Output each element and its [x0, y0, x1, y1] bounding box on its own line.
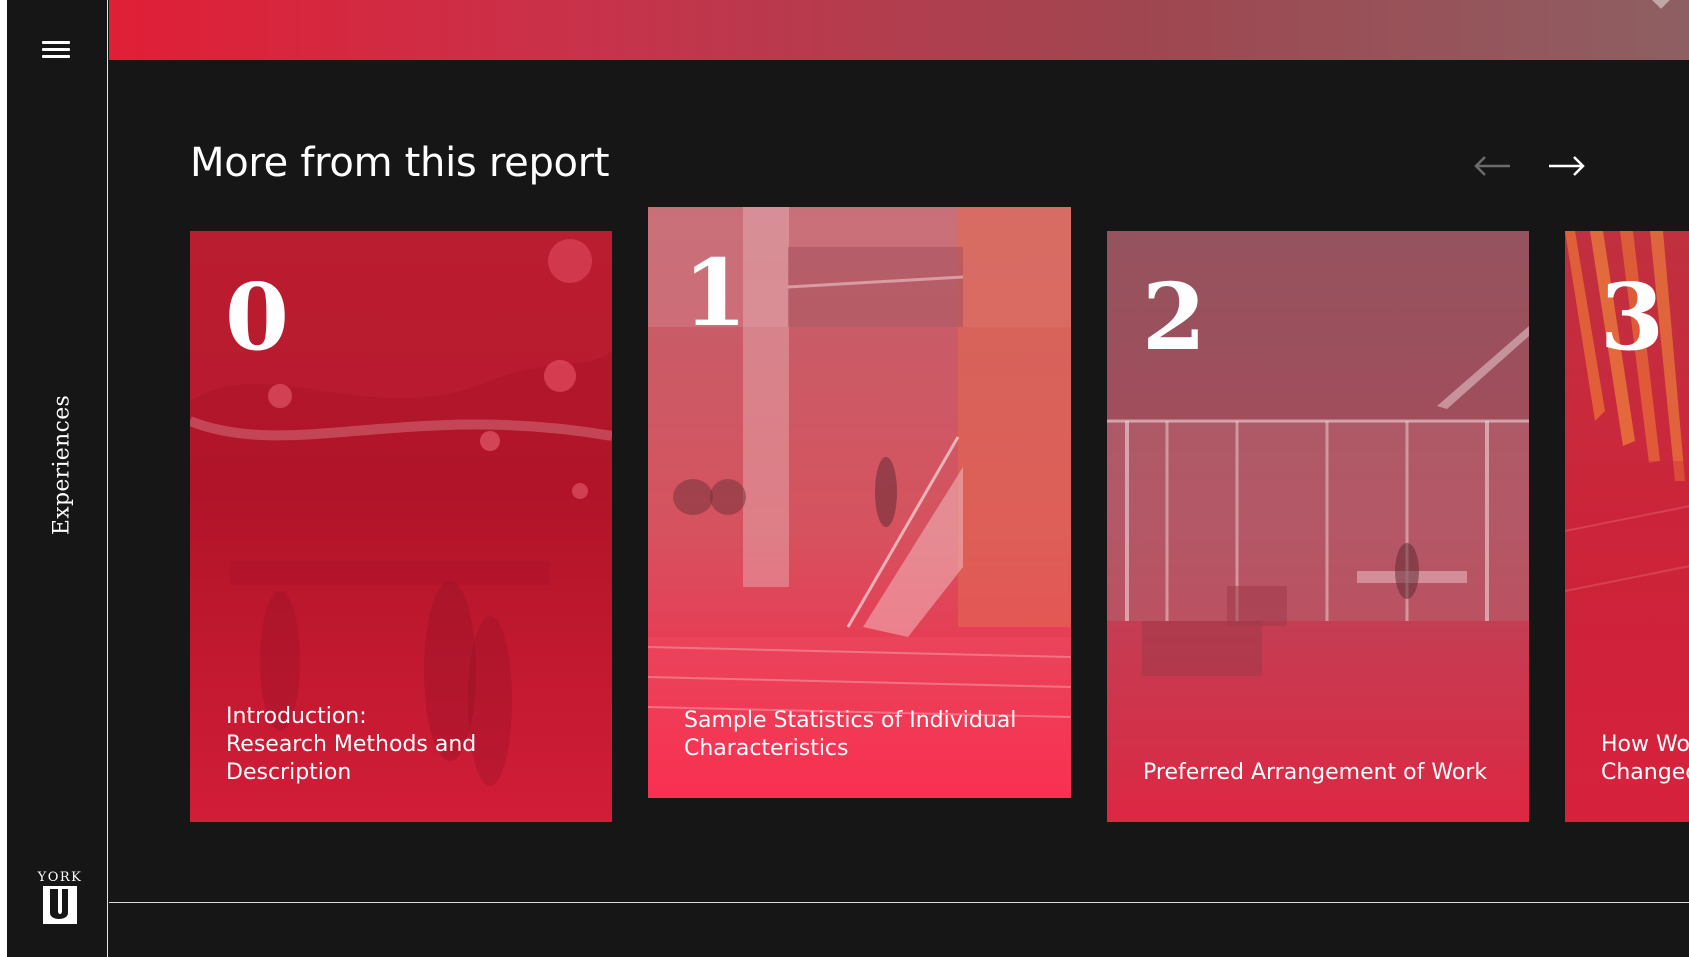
- section-title: More from this report: [190, 140, 610, 186]
- chevron-down-icon[interactable]: [1651, 0, 1671, 9]
- card-title-line: Sample Statistics of Individual: [684, 708, 1017, 733]
- carousel-next-button[interactable]: [1547, 148, 1587, 184]
- arrow-right-icon: [1549, 156, 1585, 176]
- sidebar: Experiences YORK: [7, 0, 108, 957]
- card-title-line: Research Methods and: [226, 732, 477, 757]
- window-edge: [0, 0, 7, 957]
- card-number: 3: [1600, 263, 1665, 371]
- hamburger-menu-icon[interactable]: [42, 36, 72, 62]
- logo-wordmark: YORK: [37, 870, 83, 885]
- card-number: 0: [225, 263, 290, 371]
- card-title-line: Introduction:: [226, 704, 367, 729]
- card-title: How Wo Changed: [1601, 731, 1689, 787]
- card-number: 1: [683, 239, 748, 347]
- card-title: Introduction: Research Methods and Descr…: [226, 703, 476, 787]
- card-number: 2: [1142, 263, 1207, 371]
- card-title: Preferred Arrangement of Work: [1143, 759, 1487, 787]
- report-card-0[interactable]: 0 Introduction: Research Methods and Des…: [190, 231, 612, 822]
- card-title-line: Changed: [1601, 760, 1689, 785]
- york-u-logo[interactable]: YORK: [31, 870, 89, 928]
- card-title-line: Characteristics: [684, 736, 849, 761]
- report-card-1[interactable]: 1 Sample Statistics of Individual Charac…: [648, 207, 1071, 798]
- card-title: Sample Statistics of Individual Characte…: [684, 707, 1016, 763]
- arrow-left-icon: [1474, 156, 1510, 176]
- card-title-line: Description: [226, 760, 352, 785]
- report-card-2[interactable]: 2 Preferred Arrangement of Work: [1107, 231, 1529, 822]
- sidebar-section-label[interactable]: Experiences: [50, 395, 75, 535]
- report-card-3[interactable]: 3 How Wo Changed: [1565, 231, 1689, 822]
- logo-u-mark: [43, 886, 77, 924]
- carousel-prev-button[interactable]: [1472, 148, 1512, 184]
- footer-divider: [109, 902, 1689, 903]
- card-title-line: How Wo: [1601, 732, 1689, 757]
- page: Experiences YORK More from this report 0…: [0, 0, 1689, 957]
- header-banner: [109, 0, 1689, 60]
- card-title-line: Preferred Arrangement of Work: [1143, 760, 1488, 785]
